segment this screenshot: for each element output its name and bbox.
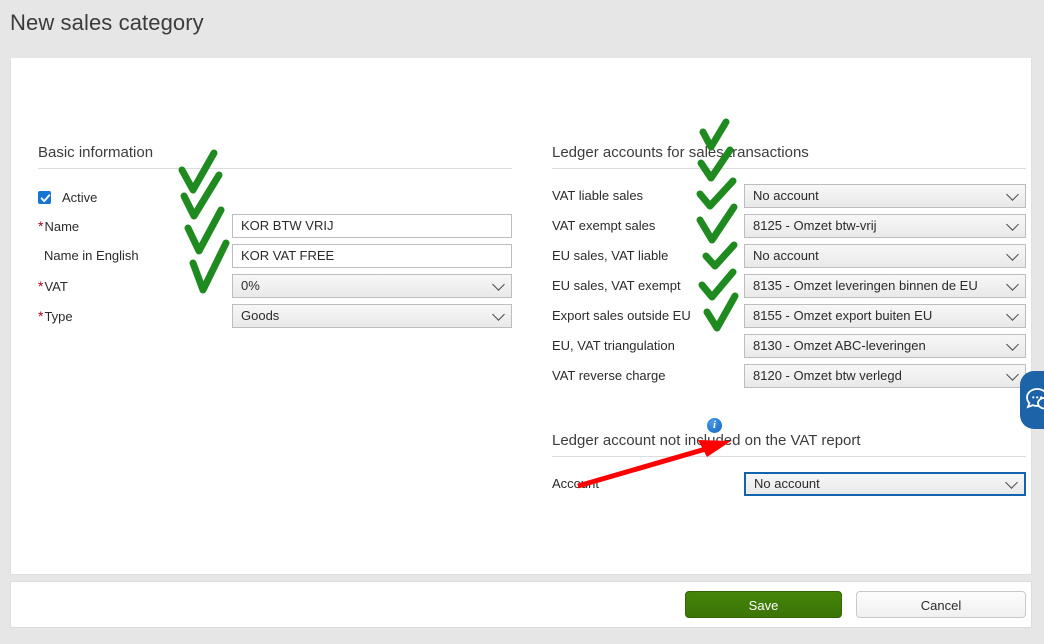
account-row: Account No account xyxy=(552,472,1026,496)
label-name: *Name xyxy=(38,214,79,239)
chat-bubbles-icon xyxy=(1024,387,1044,413)
ledger-row-eu-vat-triangulation: EU, VAT triangulation 8130 - Omzet ABC-l… xyxy=(552,334,1026,358)
ledger-row-eu-sales-vat-liable: EU sales, VAT liable No account xyxy=(552,244,1026,268)
vat-exempt-sales-select[interactable]: 8125 - Omzet btw-vrij xyxy=(744,214,1026,238)
field-row-name: *Name KOR BTW VRIJ xyxy=(38,214,512,238)
active-label: Active xyxy=(62,189,97,207)
eu-sales-vat-exempt-select[interactable]: 8135 - Omzet leveringen binnen de EU xyxy=(744,274,1026,298)
vat-liable-sales-select[interactable]: No account xyxy=(744,184,1026,208)
export-sales-outside-eu-value: 8155 - Omzet export buiten EU xyxy=(753,308,932,323)
section-divider xyxy=(38,168,512,169)
chevron-down-icon xyxy=(1006,308,1019,321)
chevron-down-icon xyxy=(1006,248,1019,261)
label-export-sales-outside-eu: Export sales outside EU xyxy=(552,304,691,328)
section-not-on-vat-report: Ledger account not included on the VAT r… xyxy=(552,432,1026,457)
section-title-ledger-accounts: Ledger accounts for sales transactions xyxy=(552,144,1026,168)
type-select[interactable]: Goods xyxy=(232,304,512,328)
label-vat-exempt-sales: VAT exempt sales xyxy=(552,214,655,238)
page-title: New sales category xyxy=(10,10,204,36)
type-select-value: Goods xyxy=(241,308,279,323)
chevron-down-icon xyxy=(1006,278,1019,291)
chevron-down-icon xyxy=(1006,218,1019,231)
chevron-down-icon xyxy=(1005,476,1018,489)
eu-sales-vat-exempt-value: 8135 - Omzet leveringen binnen de EU xyxy=(753,278,978,293)
chevron-down-icon xyxy=(492,278,505,291)
eu-sales-vat-liable-value: No account xyxy=(753,248,819,263)
eu-vat-triangulation-select[interactable]: 8130 - Omzet ABC-leveringen xyxy=(744,334,1026,358)
chat-widget-button[interactable] xyxy=(1020,371,1044,429)
field-row-vat: *VAT 0% xyxy=(38,274,512,298)
label-eu-vat-triangulation: EU, VAT triangulation xyxy=(552,334,675,358)
info-icon[interactable]: i xyxy=(707,418,722,433)
field-row-name-english: Name in English KOR VAT FREE xyxy=(38,244,512,268)
section-ledger-accounts: Ledger accounts for sales transactions xyxy=(552,144,1026,169)
eu-vat-triangulation-value: 8130 - Omzet ABC-leveringen xyxy=(753,338,926,353)
ledger-row-vat-liable-sales: VAT liable sales No account xyxy=(552,184,1026,208)
required-asterisk: * xyxy=(38,308,43,324)
vat-liable-sales-value: No account xyxy=(753,188,819,203)
required-asterisk: * xyxy=(38,278,43,294)
label-vat: *VAT xyxy=(38,274,68,299)
vat-exempt-sales-value: 8125 - Omzet btw-vrij xyxy=(753,218,877,233)
eu-sales-vat-liable-select[interactable]: No account xyxy=(744,244,1026,268)
form-footer: Save Cancel xyxy=(10,581,1032,628)
required-asterisk: * xyxy=(38,218,43,234)
section-title-basic-information: Basic information xyxy=(38,144,512,168)
ledger-row-export-sales-outside-eu: Export sales outside EU 8155 - Omzet exp… xyxy=(552,304,1026,328)
name-in-english-input[interactable]: KOR VAT FREE xyxy=(232,244,512,268)
ledger-row-eu-sales-vat-exempt: EU sales, VAT exempt 8135 - Omzet leveri… xyxy=(552,274,1026,298)
label-eu-sales-vat-liable: EU sales, VAT liable xyxy=(552,244,668,268)
cancel-button[interactable]: Cancel xyxy=(856,591,1026,618)
section-basic-information: Basic information xyxy=(38,144,512,169)
label-vat-reverse-charge: VAT reverse charge xyxy=(552,364,665,388)
field-row-type: *Type Goods xyxy=(38,304,512,328)
vat-reverse-charge-select[interactable]: 8120 - Omzet btw verlegd xyxy=(744,364,1026,388)
section-divider xyxy=(552,168,1026,169)
chevron-down-icon xyxy=(1006,188,1019,201)
vat-select[interactable]: 0% xyxy=(232,274,512,298)
chevron-down-icon xyxy=(1006,338,1019,351)
name-input[interactable]: KOR BTW VRIJ xyxy=(232,214,512,238)
checkbox-checked-icon[interactable] xyxy=(38,191,51,204)
label-type: *Type xyxy=(38,304,73,329)
account-select-value: No account xyxy=(754,476,820,491)
label-vat-liable-sales: VAT liable sales xyxy=(552,184,643,208)
ledger-row-vat-reverse-charge: VAT reverse charge 8120 - Omzet btw verl… xyxy=(552,364,1026,388)
section-title-not-on-vat-report: Ledger account not included on the VAT r… xyxy=(552,432,1026,456)
vat-select-value: 0% xyxy=(241,278,260,293)
chevron-down-icon xyxy=(1006,368,1019,381)
account-select[interactable]: No account xyxy=(744,472,1026,496)
ledger-row-vat-exempt-sales: VAT exempt sales 8125 - Omzet btw-vrij xyxy=(552,214,1026,238)
form-card: Basic information Active *Name KOR BTW V… xyxy=(10,58,1032,575)
export-sales-outside-eu-select[interactable]: 8155 - Omzet export buiten EU xyxy=(744,304,1026,328)
save-button[interactable]: Save xyxy=(685,591,842,618)
label-account: Account xyxy=(552,472,599,496)
section-divider xyxy=(552,456,1026,457)
chevron-down-icon xyxy=(492,308,505,321)
label-name-in-english: Name in English xyxy=(44,244,139,268)
label-eu-sales-vat-exempt: EU sales, VAT exempt xyxy=(552,274,681,298)
vat-reverse-charge-value: 8120 - Omzet btw verlegd xyxy=(753,368,902,383)
